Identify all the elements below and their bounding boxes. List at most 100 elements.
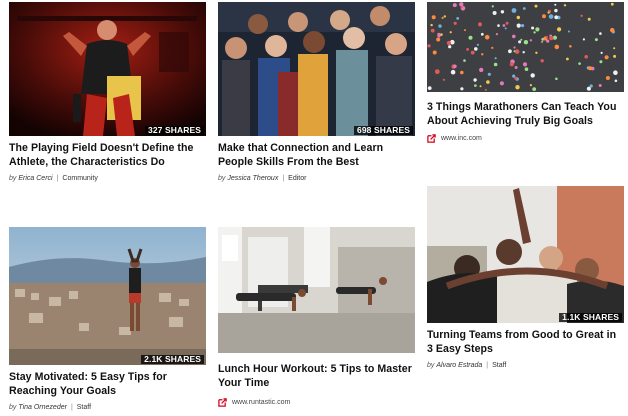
runner-dot (504, 27, 507, 30)
runner-dot (493, 62, 498, 67)
runner-dot (427, 86, 432, 90)
category-link[interactable]: Staff (77, 404, 91, 411)
runner-dot (438, 24, 442, 28)
runner-dot (523, 40, 529, 45)
article-image-workout[interactable] (218, 227, 415, 353)
share-count-badge: 2.1K SHARES (141, 355, 204, 364)
runner-dot (522, 7, 526, 10)
runner-dot (540, 59, 544, 63)
category-link[interactable]: Editor (288, 175, 306, 182)
article-image-crowd[interactable] (427, 2, 624, 92)
runner-dot (514, 76, 518, 80)
author-link[interactable]: Erica Cerci (18, 175, 52, 182)
runner-dot (522, 62, 528, 67)
category-link[interactable]: Community (62, 175, 97, 182)
runner-dot (554, 3, 557, 6)
runner-dot (464, 29, 466, 32)
runner-dot (456, 17, 460, 20)
article-title[interactable]: Stay Motivated: 5 Easy Tips for Reaching… (9, 370, 206, 398)
runner-dot (473, 78, 477, 82)
share-count-badge: 1.1K SHARES (559, 313, 622, 322)
runner-dot (524, 67, 529, 71)
article-title[interactable]: 3 Things Marathoners Can Teach You About… (427, 100, 624, 128)
article-image-runner[interactable]: 2.1K SHARES (9, 227, 206, 365)
runner-dot (599, 60, 603, 64)
runner-dot (460, 70, 464, 75)
article-byline: by Alvaro Estrada | Staff (427, 361, 624, 371)
runner-dot (448, 45, 452, 49)
runner-dot (513, 50, 516, 53)
runner-dot (547, 11, 550, 14)
article-byline: by Jessica Theroux | Editor (218, 174, 415, 184)
runner-dot (508, 49, 512, 54)
author-link[interactable]: Jessica Theroux (227, 175, 278, 182)
runner-dot (546, 39, 550, 43)
author-link[interactable]: Tina Ornezeder (18, 404, 67, 411)
runner-dot (495, 33, 498, 36)
runner-dot (613, 47, 616, 50)
category-link[interactable]: Staff (492, 362, 506, 369)
article-source[interactable]: www.inc.com (427, 134, 624, 143)
runner-dot (434, 69, 440, 75)
runner-dot (518, 40, 522, 44)
article-title[interactable]: Lunch Hour Workout: 5 Tips to Master You… (218, 362, 415, 390)
runner-dot (432, 50, 437, 55)
source-url[interactable]: www.inc.com (441, 135, 482, 142)
article-image-team[interactable]: 1.1K SHARES (427, 186, 624, 323)
runner-dot (554, 8, 558, 13)
article-title[interactable]: The Playing Field Doesn't Define the Ath… (9, 141, 206, 169)
article-title[interactable]: Turning Teams from Good to Great in 3 Ea… (427, 328, 624, 356)
article-card-connection[interactable]: 698 SHARES Make that Connection and Lear… (218, 2, 415, 184)
team-huddle-photo-image (427, 186, 624, 323)
runner-dot (529, 39, 533, 42)
article-card-lunch-workout[interactable]: Lunch Hour Workout: 5 Tips to Master You… (218, 227, 415, 407)
runner-dot (530, 73, 535, 78)
runner-dot (474, 47, 478, 51)
runner-dot (535, 51, 538, 54)
runner-dot (557, 27, 562, 32)
runner-dot (555, 77, 558, 81)
runner-dot (578, 62, 581, 65)
runner-dot (492, 11, 497, 15)
runner-dot (437, 32, 441, 36)
runner-dot (479, 85, 482, 88)
runner-dot (516, 15, 520, 20)
runner-dot (500, 10, 505, 14)
runner-dot (598, 84, 602, 87)
runner-dot (520, 38, 523, 41)
runner-dot (588, 66, 593, 71)
byline-separator: | (486, 362, 489, 369)
byline-by-label: by (218, 175, 226, 182)
runner-dot (610, 2, 614, 6)
article-card-playing-field[interactable]: 327 SHARES The Playing Field Doesn't Def… (9, 2, 206, 184)
external-link-icon (218, 398, 227, 407)
author-link[interactable]: Alvaro Estrada (436, 362, 482, 369)
runner-dot (449, 31, 452, 34)
runner-dot (613, 70, 618, 75)
group-people-photo-image (218, 2, 415, 136)
article-card-stay-motivated[interactable]: 2.1K SHARES Stay Motivated: 5 Easy Tips … (9, 227, 206, 413)
runner-dot (582, 38, 585, 41)
source-url[interactable]: www.runtastic.com (232, 399, 290, 406)
runner-dot (502, 24, 506, 27)
pushup-workout-photo-image (218, 227, 415, 353)
byline-by-label: by (9, 175, 17, 182)
article-source[interactable]: www.runtastic.com (218, 398, 415, 407)
runner-dot (476, 43, 479, 46)
runner-dot (613, 54, 617, 58)
article-card-turning-teams[interactable]: 1.1K SHARES Turning Teams from Good to G… (427, 186, 624, 371)
runner-dot (600, 51, 603, 55)
runner-dot (533, 31, 536, 34)
runner-dot (443, 15, 446, 18)
article-card-marathoners[interactable]: 3 Things Marathoners Can Teach You About… (427, 2, 624, 143)
runner-dot (430, 28, 435, 33)
article-title[interactable]: Make that Connection and Learn People Sk… (218, 141, 415, 169)
runner-dot (460, 87, 464, 91)
runner-dot (487, 72, 491, 76)
runner-dot (548, 14, 554, 19)
article-image-athlete[interactable]: 327 SHARES (9, 2, 206, 136)
runner-dot (466, 48, 469, 51)
share-count-badge: 698 SHARES (354, 126, 413, 135)
article-image-people[interactable]: 698 SHARES (218, 2, 415, 136)
runner-dot (531, 26, 535, 30)
